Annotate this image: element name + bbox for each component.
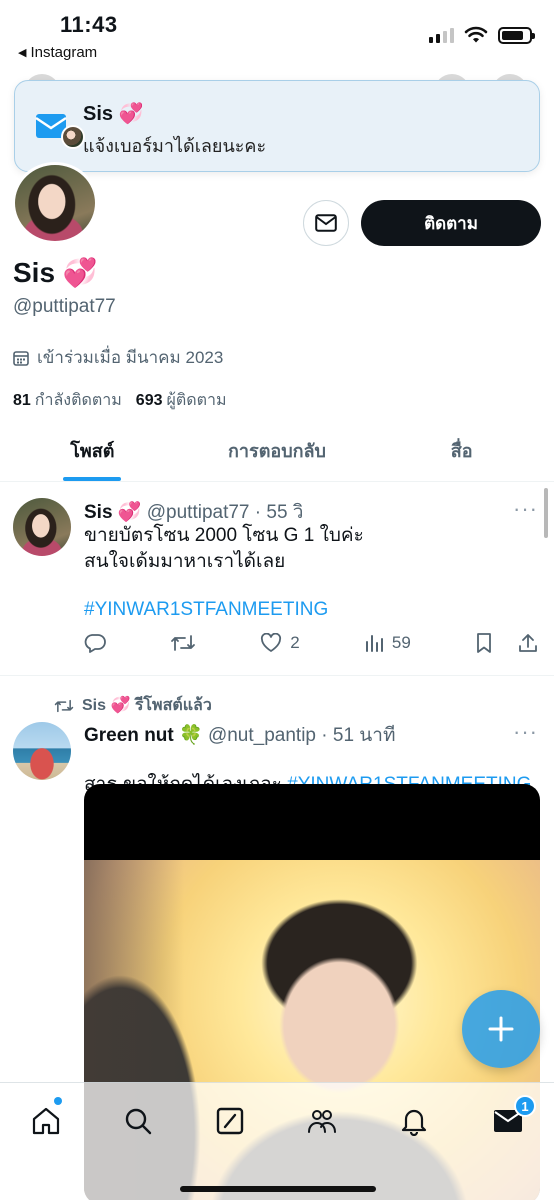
search-icon xyxy=(125,1108,152,1135)
follow-counts: 81 กำลังติดตาม 693 ผู้ติดตาม xyxy=(13,388,227,413)
tweet-author-name[interactable]: Green nut 🍀 xyxy=(84,725,203,746)
nav-search[interactable] xyxy=(118,1101,158,1141)
tweet-more-button[interactable]: ··· xyxy=(513,719,538,745)
views-count: 59 xyxy=(391,633,411,652)
bookmark-icon[interactable] xyxy=(475,632,493,654)
joined-label: เข้าร่วมเมื่อ มีนาคม 2023 xyxy=(37,348,224,367)
tweet-divider xyxy=(0,675,554,676)
home-indicator[interactable] xyxy=(180,1186,376,1192)
retweeted-by-label: Sis 💞 รีโพสต์แล้ว xyxy=(82,697,212,714)
followers-link[interactable]: 693 ผู้ติดตาม xyxy=(136,388,227,413)
messages-badge: 1 xyxy=(514,1095,536,1117)
message-button[interactable] xyxy=(303,200,349,246)
bell-icon xyxy=(401,1109,427,1136)
following-link[interactable]: 81 กำลังติดตาม xyxy=(13,388,122,413)
bottom-navigation: 1 xyxy=(0,1082,554,1200)
home-unread-dot xyxy=(54,1097,62,1105)
tab-media[interactable]: สื่อ xyxy=(369,420,554,481)
reply-button[interactable] xyxy=(84,633,106,653)
tweet-avatar[interactable] xyxy=(13,498,71,556)
following-count: 81 xyxy=(13,392,31,409)
followers-label: ผู้ติดตาม xyxy=(166,392,227,409)
tweet-text: ขายบัตรโซน 2000 โซน G 1 ใบค่ะ สนใจเด้มมา… xyxy=(84,525,364,572)
calendar-icon xyxy=(13,350,29,366)
repost-icon xyxy=(54,699,74,712)
status-time: 11:43 xyxy=(60,12,118,37)
envelope-icon xyxy=(315,214,337,232)
following-label: กำลังติดตาม xyxy=(34,392,122,409)
back-app-label: Instagram xyxy=(30,44,98,61)
nav-communities[interactable] xyxy=(302,1101,342,1141)
views-button[interactable]: 59 xyxy=(364,633,411,653)
profile-tabs: โพสต์ การตอบกลับ สื่อ xyxy=(0,420,554,482)
status-bar: 11:43 ◀ Instagram xyxy=(0,0,554,70)
follow-button[interactable]: ติดตาม xyxy=(361,200,541,246)
profile-handle: @puttipat77 xyxy=(13,296,116,317)
back-triangle-icon: ◀ xyxy=(18,47,27,59)
heart-icon xyxy=(261,633,282,652)
back-to-app-link[interactable]: ◀ Instagram xyxy=(18,44,97,61)
tweet-right-actions xyxy=(475,632,539,654)
notification-title: Sis 💞 xyxy=(83,103,144,125)
nav-home[interactable] xyxy=(26,1101,66,1141)
tweet-hashtag[interactable]: #YINWAR1STFANMEETING xyxy=(84,597,328,623)
share-icon[interactable] xyxy=(517,632,539,654)
tweet-avatar[interactable] xyxy=(13,722,71,780)
nav-grok[interactable] xyxy=(210,1101,250,1141)
cellular-signal-icon xyxy=(429,27,454,43)
wifi-icon xyxy=(464,26,488,43)
battery-icon xyxy=(498,26,535,44)
tab-replies[interactable]: การตอบกลับ xyxy=(185,420,370,481)
tweet-meta: @nut_pantip · 51 นาที xyxy=(207,725,396,746)
plus-icon xyxy=(488,1016,514,1042)
scrollbar[interactable] xyxy=(544,488,548,538)
tweet-actions: 2 59 xyxy=(84,632,539,654)
followers-count: 693 xyxy=(135,392,163,409)
repost-button[interactable] xyxy=(170,633,196,653)
views-chart-icon xyxy=(365,635,383,652)
like-button[interactable]: 2 xyxy=(260,633,300,653)
repost-icon xyxy=(171,635,196,651)
reply-icon xyxy=(84,634,106,653)
tweet-meta: @puttipat77 · 55 วิ xyxy=(146,502,304,523)
tab-posts[interactable]: โพสต์ xyxy=(0,420,185,481)
profile-joined-date: เข้าร่วมเมื่อ มีนาคม 2023 xyxy=(13,344,223,371)
profile-avatar[interactable] xyxy=(12,162,98,244)
compose-post-button[interactable] xyxy=(462,990,540,1068)
communities-icon xyxy=(308,1110,336,1133)
status-icons xyxy=(429,26,535,44)
grok-icon xyxy=(216,1107,244,1135)
like-count: 2 xyxy=(290,633,300,652)
profile-display-name: Sis 💞 xyxy=(13,257,98,288)
home-icon xyxy=(32,1107,60,1135)
notification-body: แจ้งเบอร์มาได้เลยนะคะ xyxy=(83,136,267,156)
message-notification-banner[interactable]: Sis 💞 แจ้งเบอร์มาได้เลยนะคะ xyxy=(14,80,540,172)
tweet-author-name[interactable]: Sis 💞 xyxy=(84,502,141,523)
nav-notifications[interactable] xyxy=(394,1101,434,1141)
tweet-more-button[interactable]: ··· xyxy=(513,496,538,522)
retweet-indicator[interactable]: Sis 💞 รีโพสต์แล้ว xyxy=(54,693,212,718)
notification-avatar xyxy=(61,125,85,149)
